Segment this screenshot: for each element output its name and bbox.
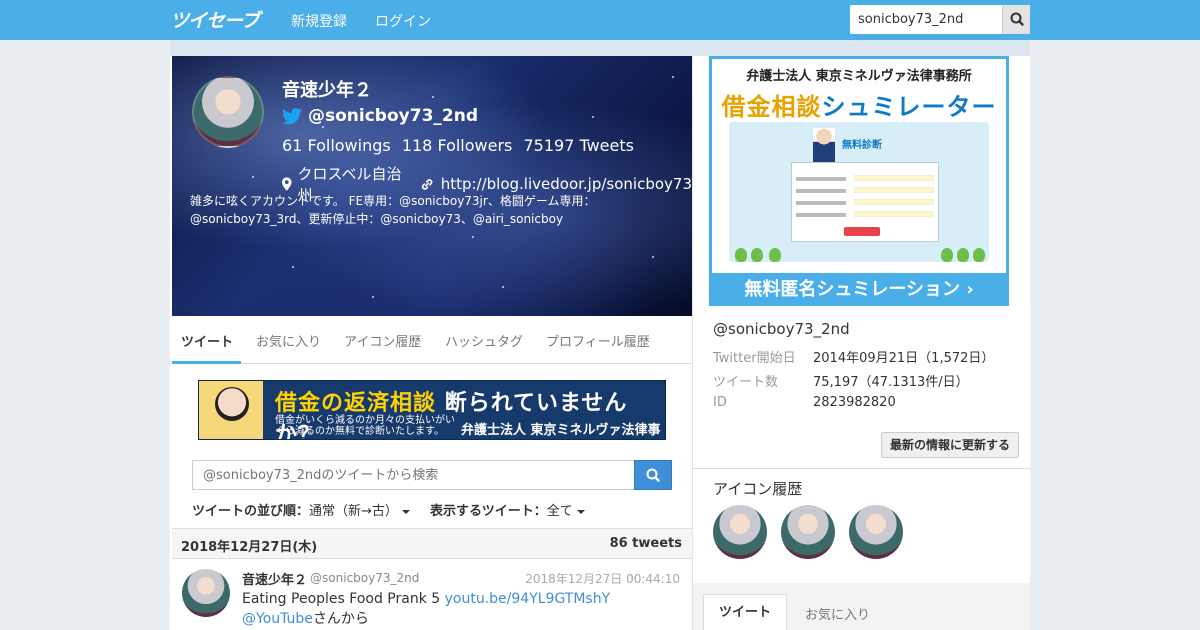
profile-banner: 音速少年２ @sonicboy73_2nd 61 Followings 118 … xyxy=(172,56,692,316)
date-header: 2018年12月27日(木) 86 tweets xyxy=(172,528,692,559)
side-ad-title-part2: シュミレーター xyxy=(821,93,997,121)
info-value: 2823982820 xyxy=(813,395,896,410)
ad-banner-subtext: 借金がいくら減るのか月々の支払いがいくら減るのか無料で診断いたします。 xyxy=(275,415,455,437)
side-tab-favorites[interactable]: お気に入り xyxy=(805,604,870,623)
signup-link[interactable]: 新規登録 xyxy=(291,11,347,31)
tab-profile-history[interactable]: プロフィール履歴 xyxy=(546,331,650,350)
top-navbar: ツイセーブ 新規登録 ログイン xyxy=(0,0,1200,40)
side-ad-person-illustration xyxy=(813,128,835,162)
tab-hashtags[interactable]: ハッシュタグ xyxy=(445,331,523,350)
side-ad-title-part1: 借金相談 xyxy=(721,93,822,121)
side-ad-cta: 無料匿名シュミレーション › xyxy=(744,279,974,300)
info-handle: @sonicboy73_2nd xyxy=(713,320,850,338)
ad-headline-part1: 借金の返済相談 xyxy=(275,391,437,416)
side-ad-title: 借金相談シュミレーター xyxy=(712,87,1006,122)
info-value: 2014年09月21日（1,572日） xyxy=(813,351,995,366)
side-tab-tweets[interactable]: ツイート xyxy=(703,594,787,630)
side-ad[interactable]: 弁護士法人 東京ミネルヴァ法律事務所 借金相談シュミレーター 無料診断 無料匿名… xyxy=(709,56,1009,306)
twitter-bird-icon xyxy=(282,107,302,124)
info-label: Twitter開始日 xyxy=(713,351,796,366)
tweet-search-button[interactable] xyxy=(634,460,672,490)
tweet-text-post: さんから xyxy=(312,611,369,627)
container-top-strip xyxy=(170,40,1030,56)
active-tab-indicator xyxy=(172,361,241,364)
side-ad-body: 弁護士法人 東京ミネルヴァ法律事務所 借金相談シュミレーター 無料診断 xyxy=(712,59,1006,273)
icon-history-avatar[interactable] xyxy=(781,505,835,559)
followers-count[interactable]: 118 Followers xyxy=(402,136,513,155)
profile-handle-row: @sonicboy73_2nd xyxy=(282,106,478,126)
tweet-timestamp[interactable]: 2018年12月27日 00:44:10 xyxy=(525,570,680,587)
icon-history-title: アイコン履歴 xyxy=(713,480,803,498)
sort-order-label: ツイートの並び順： xyxy=(192,504,310,519)
profile-handle[interactable]: @sonicboy73_2nd xyxy=(308,106,478,126)
side-tabs-area: ツイート お気に入り xyxy=(693,583,1030,630)
tweet-text: Eating Peoples Food Prank 5 youtu.be/94Y… xyxy=(242,589,682,629)
ad-banner[interactable]: 借金の返済相談 断られていませんか？ 借金がいくら減るのか月々の支払いがいくら減… xyxy=(198,380,666,440)
profile-name: 音速少年２ xyxy=(282,80,372,101)
tweet-count-label: 86 tweets xyxy=(609,536,682,551)
tweet-search-input[interactable] xyxy=(192,460,635,490)
link-icon xyxy=(422,178,433,190)
tweet-link-youtube[interactable]: youtu.be/94YL9GTMshY xyxy=(445,591,611,607)
search-icon xyxy=(646,468,660,482)
tweet-mention-youtube[interactable]: @YouTube xyxy=(242,611,313,627)
side-ad-form-illustration xyxy=(791,162,939,242)
info-label: ツイート数 xyxy=(713,375,779,390)
sort-order-value: 通常（新→古） xyxy=(309,504,398,519)
profile-tabs: ツイート お気に入り アイコン履歴 ハッシュタグ プロフィール履歴 xyxy=(172,316,692,364)
profile-avatar xyxy=(192,76,264,148)
section-divider xyxy=(693,468,1030,469)
tab-tweets[interactable]: ツイート xyxy=(181,331,233,350)
profile-description: 雑多に呟くアカウントです。 FE専用：@sonicboy73jr、格闘ゲーム専用… xyxy=(190,194,596,226)
site-logo[interactable]: ツイセーブ xyxy=(170,6,260,33)
icon-history-avatar[interactable] xyxy=(849,505,903,559)
main-container: 音速少年２ @sonicboy73_2nd 61 Followings 118 … xyxy=(170,40,1030,630)
tweet-filter-value: 全て xyxy=(546,504,573,519)
tweet-text-pre: Eating Peoples Food Prank 5 xyxy=(242,591,445,607)
nav-search-button[interactable] xyxy=(1002,5,1030,34)
column-divider xyxy=(692,56,693,630)
nav-search-box xyxy=(850,5,1030,34)
update-info-button[interactable]: 最新の情報に更新する xyxy=(881,432,1019,458)
date-label: 2018年12月27日(木) xyxy=(181,540,318,555)
sort-order-dropdown[interactable]: ツイートの並び順：通常（新→古） xyxy=(192,500,410,519)
login-link[interactable]: ログイン xyxy=(375,11,431,31)
nav-search-input[interactable] xyxy=(850,5,1002,34)
tweets-count: 75197 Tweets xyxy=(523,136,634,155)
tab-favorites[interactable]: お気に入り xyxy=(256,331,321,350)
tweet-author-name[interactable]: 音速少年２ xyxy=(242,569,307,588)
tweet-avatar[interactable] xyxy=(182,569,230,617)
info-label: ID xyxy=(713,395,727,410)
tweet-item: 音速少年２ @sonicboy73_2nd 2018年12月27日 00:44:… xyxy=(172,559,692,630)
side-ad-panel-title: 無料診断 xyxy=(842,140,882,151)
tab-icon-history[interactable]: アイコン履歴 xyxy=(344,331,421,350)
ad-banner-firm: 弁護士法人 東京ミネルヴァ法律事務所 xyxy=(461,423,661,438)
map-marker-icon xyxy=(282,177,292,191)
info-value: 75,197（47.1313件/日） xyxy=(813,375,969,390)
side-ad-firm: 弁護士法人 東京ミネルヴァ法律事務所 xyxy=(746,69,972,84)
tweet-filter-label: 表示するツイート： xyxy=(430,504,547,519)
search-icon xyxy=(1010,12,1024,26)
side-ad-panel: 無料診断 xyxy=(729,122,989,262)
profile-url[interactable]: http://blog.livedoor.jp/sonicboy73 xyxy=(441,175,692,193)
ad-banner-illustration xyxy=(199,381,263,439)
icon-history-avatar[interactable] xyxy=(713,505,767,559)
ad-person-illustration xyxy=(215,387,249,421)
profile-stats: 61 Followings 118 Followers 75197 Tweets xyxy=(282,136,640,155)
tweet-search xyxy=(192,460,672,490)
tweet-filter-dropdown[interactable]: 表示するツイート：全て xyxy=(430,500,585,519)
caret-down-icon xyxy=(576,509,585,514)
tweet-author-handle[interactable]: @sonicboy73_2nd xyxy=(310,571,419,585)
caret-down-icon xyxy=(401,509,410,514)
followings-count[interactable]: 61 Followings xyxy=(282,136,391,155)
